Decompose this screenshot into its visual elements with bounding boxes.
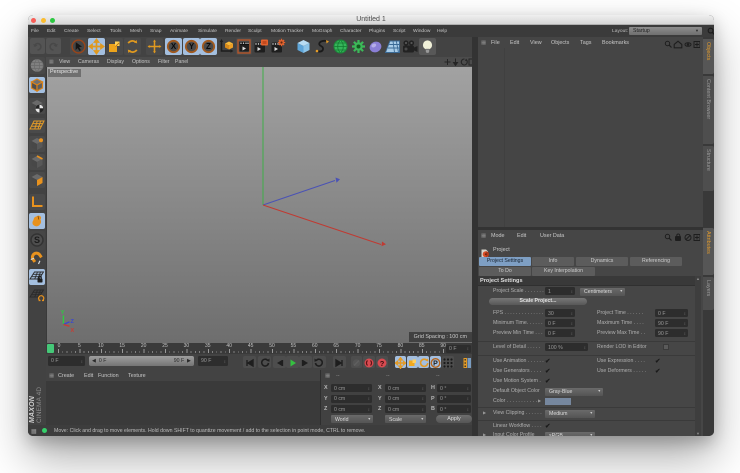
svg-text:Y: Y — [188, 42, 194, 51]
svg-text:?: ? — [380, 358, 385, 367]
svg-text:Z: Z — [71, 319, 75, 325]
svg-text:Z: Z — [206, 42, 211, 51]
svg-text:X: X — [71, 328, 75, 334]
svg-text:X: X — [171, 42, 177, 51]
svg-text:P: P — [433, 360, 438, 367]
svg-text:S: S — [34, 235, 40, 245]
svg-text:Y: Y — [61, 310, 65, 316]
